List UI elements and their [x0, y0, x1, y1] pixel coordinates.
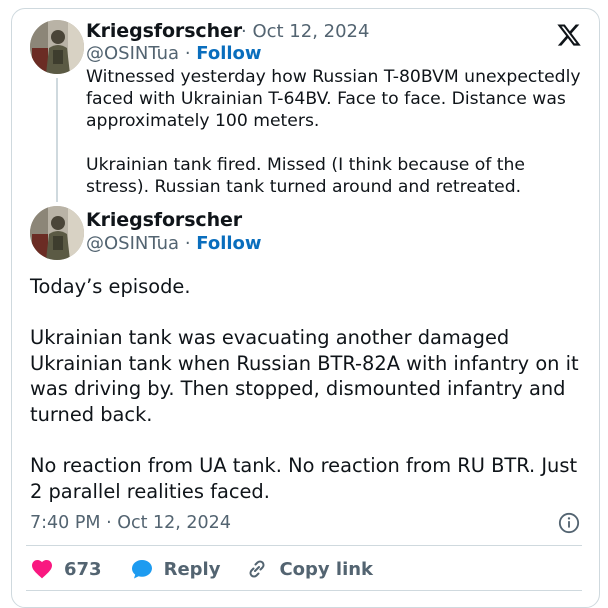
reply-button[interactable]: Reply	[130, 557, 221, 581]
avatar[interactable]	[30, 206, 84, 260]
x-logo-icon[interactable]	[556, 22, 582, 48]
reply-bubble-icon	[131, 560, 152, 579]
author-name[interactable]: Kriegsforscher	[86, 20, 242, 42]
like-button[interactable]: 673	[30, 557, 102, 581]
tweet-date-text: Oct 12, 2024	[252, 21, 370, 42]
copy-link-button[interactable]: Copy link	[245, 557, 373, 581]
thread-connector-line	[56, 78, 58, 202]
tweet-paragraph: Today’s episode.	[30, 275, 191, 298]
tweet-paragraph: Witnessed yesterday how Russian T-80BVM …	[86, 67, 581, 131]
heart-icon	[32, 560, 52, 579]
quoted-tweet-text: Witnessed yesterday how Russian T-80BVM …	[86, 66, 586, 198]
author-handle-row: @OSINTua · Follow	[86, 233, 262, 254]
tweet-actions: 673 Reply Copy link	[30, 556, 373, 582]
tweet-timestamp[interactable]: 7:40 PM · Oct 12, 2024	[30, 513, 231, 533]
reply-label: Reply	[163, 558, 221, 580]
follow-button[interactable]: Follow	[196, 43, 261, 64]
follow-button[interactable]: Follow	[196, 233, 261, 254]
avatar[interactable]	[30, 20, 84, 74]
author-handle[interactable]: @OSINTua	[86, 43, 179, 64]
author-name[interactable]: Kriegsforscher	[86, 209, 242, 231]
tweet-text: Today’s episode. Ukrainian tank was evac…	[30, 274, 595, 504]
copy-link-label: Copy link	[279, 558, 374, 580]
tweet-date[interactable]: · Oct 12, 2024	[241, 21, 369, 42]
link-icon	[249, 560, 265, 578]
tweet-paragraph: No reaction from UA tank. No reaction fr…	[30, 454, 578, 503]
author-handle-row: @OSINTua · Follow	[86, 43, 262, 64]
author-handle[interactable]: @OSINTua	[86, 233, 179, 254]
divider	[26, 545, 582, 546]
tweet-paragraph: Ukrainian tank was evacuating another da…	[30, 326, 579, 426]
info-icon[interactable]	[558, 512, 580, 534]
tweet-paragraph: Ukrainian tank fired. Missed (I think be…	[86, 155, 525, 197]
like-count: 673	[64, 558, 102, 580]
divider	[26, 590, 582, 591]
